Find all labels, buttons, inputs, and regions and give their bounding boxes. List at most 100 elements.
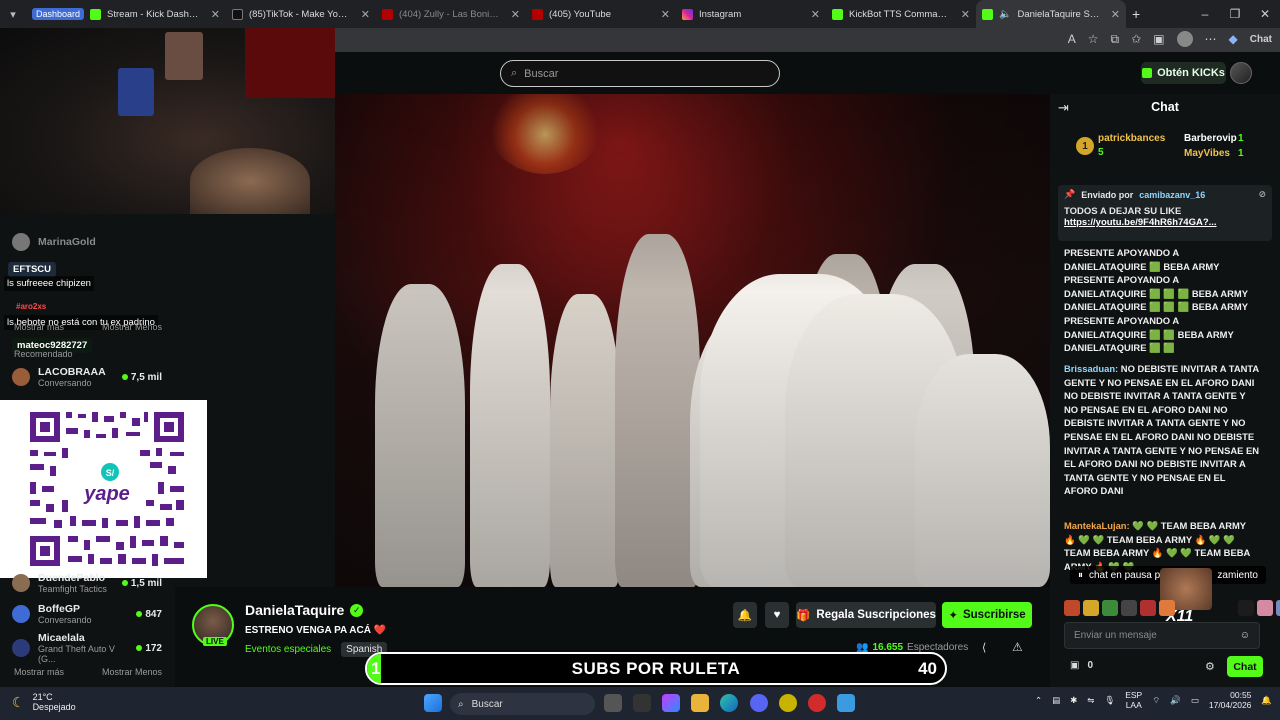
leaderboard-user[interactable]: patrickbances	[1098, 133, 1165, 144]
emote-icon[interactable]	[1238, 600, 1254, 616]
clock[interactable]: 00:55 17/04/2026	[1209, 690, 1252, 710]
show-more-link[interactable]: Mostrar más	[14, 667, 64, 677]
close-window-icon[interactable]: ✕	[1250, 7, 1280, 21]
pin-icon: 📌	[1064, 189, 1076, 199]
chat-toolbar-button[interactable]: Chat	[1250, 34, 1272, 45]
tray-app-icon[interactable]: ▤	[1052, 695, 1060, 706]
share-icon[interactable]: ⟨	[982, 641, 986, 654]
edge-icon[interactable]	[720, 694, 738, 712]
tab-tiktok[interactable]: (85)TikTok - Make Your Day ✕	[226, 0, 376, 28]
speaker-icon[interactable]: 🔈	[999, 9, 1011, 20]
chat-settings-icon[interactable]: ⚙	[1205, 660, 1215, 673]
maximize-icon[interactable]: ❐	[1220, 7, 1250, 21]
emote-icon[interactable]	[1140, 600, 1156, 616]
favorite-star-icon[interactable]: ☆	[1088, 32, 1099, 46]
notification-bell-button[interactable]: 🔔	[733, 602, 757, 628]
unpin-icon[interactable]: ⊘	[1258, 189, 1266, 200]
video-player[interactable]	[335, 94, 1050, 587]
emote-icon[interactable]	[1064, 600, 1080, 616]
wifi-icon[interactable]: ⌔	[1152, 695, 1160, 706]
app-icon[interactable]	[779, 694, 797, 712]
chat-username[interactable]: MantekaLujan:	[1064, 520, 1130, 531]
profile-avatar[interactable]	[1176, 31, 1193, 47]
start-menu-icon[interactable]	[424, 694, 442, 712]
emote-icon[interactable]	[1083, 600, 1099, 616]
close-tab-icon[interactable]: ✕	[361, 8, 370, 21]
user-avatar[interactable]	[1230, 62, 1252, 84]
tab-search-icon[interactable]: ▾	[0, 0, 26, 28]
tab-youtube[interactable]: (405) YouTube ✕	[526, 0, 676, 28]
read-aloud-icon[interactable]: A	[1068, 32, 1076, 46]
photos-icon[interactable]	[837, 694, 855, 712]
sidebar-item-boffegp[interactable]: BoffeGP Conversando 847	[12, 603, 162, 625]
pinned-link[interactable]: https://youtu.be/9F4hR6h74GA?...	[1064, 217, 1266, 228]
tab-label: (404) Zully - Las Bonitas con La	[399, 8, 501, 20]
minimize-icon[interactable]: –	[1190, 7, 1220, 21]
emote-icon[interactable]	[1257, 600, 1273, 616]
close-tab-icon[interactable]: ✕	[811, 8, 820, 21]
collections-icon[interactable]: ▣	[1153, 32, 1164, 46]
pinned-user[interactable]: camibazanv_16	[1139, 190, 1205, 200]
language-indicator[interactable]: ESP LAA	[1125, 690, 1142, 710]
emoji-picker-icon[interactable]: ☺	[1240, 630, 1250, 641]
emote-icon[interactable]	[1121, 600, 1137, 616]
leaderboard-user[interactable]: MayVibes	[1184, 148, 1230, 159]
close-tab-icon[interactable]: ✕	[511, 8, 520, 21]
task-view-icon[interactable]	[604, 694, 622, 712]
tab-label: KickBot TTS Commands	[849, 8, 951, 20]
gift-subs-button[interactable]: 🎁 Regala Suscripciones	[796, 602, 936, 628]
stream-category-link[interactable]: Eventos especiales	[245, 644, 331, 655]
emote-icon[interactable]	[1276, 600, 1280, 616]
yape-logo: yape	[83, 483, 130, 505]
copilot-app-icon[interactable]	[662, 694, 680, 712]
subscribe-button[interactable]: ✦ Suscribirse	[942, 602, 1032, 628]
show-less-link[interactable]: Mostrar Menos	[102, 667, 162, 677]
notifications-icon[interactable]: 🔔	[1261, 695, 1272, 706]
get-kicks-button[interactable]: Obtén KICKs	[1141, 62, 1226, 84]
store-icon[interactable]	[633, 694, 651, 712]
sidebar-item-duendepablo[interactable]: DuendePablo Teamfight Tactics 1,5 mil	[12, 572, 162, 594]
sidebar-item-micaelala[interactable]: Micaelala Grand Theft Auto V (G... 172	[12, 632, 162, 664]
emote-icon[interactable]	[1159, 600, 1175, 616]
obs-icon[interactable]	[808, 694, 826, 712]
copilot-icon[interactable]: ◆	[1229, 32, 1238, 46]
follow-heart-button[interactable]: ♥	[765, 602, 789, 628]
search-input[interactable]: ⌕ Buscar	[500, 60, 780, 87]
chat-username[interactable]: Brissaduan:	[1064, 363, 1118, 374]
show-more-link[interactable]: Mostrar más	[14, 322, 64, 332]
tab-youtube-zully[interactable]: (404) Zully - Las Bonitas con La ✕	[376, 0, 526, 28]
volume-icon[interactable]: 🔊	[1170, 695, 1181, 706]
sidebar-item-lacobraaa[interactable]: LACOBRAAA Conversando 7,5 mil	[12, 366, 162, 388]
more-menu-icon[interactable]: ⋯	[1205, 32, 1217, 46]
tab-kick-dashboard[interactable]: Dashboard Stream - Kick Dashboard ✕	[26, 0, 226, 28]
discord-icon[interactable]	[750, 694, 768, 712]
sidebar-item-marinagold[interactable]: MarinaGold	[12, 233, 162, 251]
battery-icon[interactable]: ▭	[1191, 695, 1199, 706]
extensions-icon[interactable]: ⧉	[1111, 32, 1120, 47]
chat-points[interactable]: ▣ 0	[1070, 660, 1093, 671]
new-tab-button[interactable]: +	[1126, 0, 1156, 28]
tab-kickbot[interactable]: KickBot TTS Commands ✕	[826, 0, 976, 28]
close-tab-icon[interactable]: ✕	[661, 8, 670, 21]
report-icon[interactable]: ⚠	[1012, 640, 1023, 654]
send-chat-button[interactable]: Chat	[1227, 656, 1263, 677]
file-explorer-icon[interactable]	[691, 694, 709, 712]
usb-icon[interactable]: ⇋	[1087, 695, 1094, 706]
leaderboard-user[interactable]: Barberovip	[1184, 133, 1237, 144]
close-tab-icon[interactable]: ✕	[211, 8, 220, 21]
tray-chevron-icon[interactable]: ⌃	[1035, 695, 1042, 706]
tab-daniela-stream[interactable]: 🔈 DanielaTaquire Stream - W ✕	[976, 0, 1126, 28]
microphone-icon[interactable]: 🎙	[1104, 695, 1115, 706]
close-tab-icon[interactable]: ✕	[961, 8, 970, 21]
avatar	[12, 639, 30, 657]
emote-icon[interactable]	[1102, 600, 1118, 616]
bluetooth-icon[interactable]: ✱	[1070, 695, 1077, 706]
streamer-name[interactable]: DanielaTaquire ✓	[245, 602, 364, 618]
close-tab-icon[interactable]: ✕	[1111, 8, 1120, 21]
taskbar-search[interactable]: ⌕ Buscar	[450, 693, 595, 715]
tab-instagram[interactable]: Instagram ✕	[676, 0, 826, 28]
chat-message-input[interactable]: Enviar un mensaje ☺	[1064, 622, 1260, 649]
favorites-icon[interactable]: ✩	[1131, 32, 1141, 46]
show-less-link[interactable]: Mostrar Menos	[102, 322, 162, 332]
weather-widget[interactable]: ☾ 21°C Despejado	[12, 692, 76, 712]
